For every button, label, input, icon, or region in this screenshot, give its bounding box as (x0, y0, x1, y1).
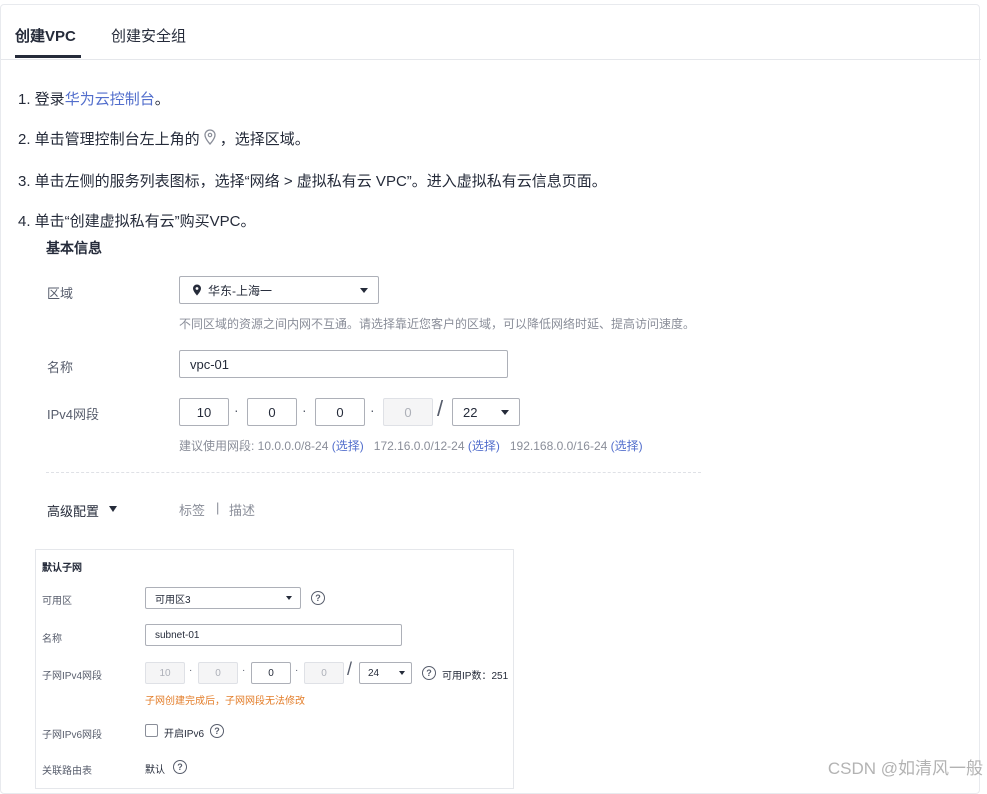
ip-dot: · (242, 665, 246, 676)
subnet-name-label: 名称 (42, 634, 62, 645)
ip-slash: / (437, 396, 444, 421)
subnet-name-input[interactable]: subnet-01 (145, 624, 402, 646)
advanced-desc: 描述 (229, 503, 256, 518)
route-table-label: 关联路由表 (42, 766, 92, 777)
subnet-octet-1: 10 (145, 662, 185, 684)
caret-down-icon[interactable] (109, 506, 117, 512)
subnet-ipv4-label: 子网IPv4网段 (42, 671, 103, 682)
chevron-down-icon (501, 410, 509, 415)
location-pin-icon (192, 284, 202, 296)
ip-dot: · (370, 402, 375, 418)
subnet-octet-2: 0 (198, 662, 238, 684)
step-4: 4. 单击“创建虚拟私有云”购买VPC。 (18, 213, 256, 230)
route-table-value: 默认 (145, 765, 165, 776)
subnet-title: 默认子网 (42, 563, 82, 574)
divider (46, 472, 701, 473)
az-label: 可用区 (42, 596, 72, 607)
available-ip-count: 可用IP数：251 (442, 671, 509, 682)
ipv4-octet-3[interactable]: 0 (315, 398, 365, 426)
chevron-down-icon (399, 671, 405, 675)
subnet-octet-3[interactable]: 0 (251, 662, 291, 684)
step-2: 2. 单击管理控制台左上角的 ，选择区域。 (18, 128, 310, 149)
ip-dot: · (295, 665, 299, 676)
advanced-separator: | (216, 500, 220, 515)
location-pin-icon (202, 128, 218, 146)
advanced-config-toggle[interactable]: 高级配置 (47, 501, 99, 520)
tab-create-security-group[interactable]: 创建安全组 (111, 25, 186, 46)
ipv4-octet-1[interactable]: 10 (179, 398, 229, 426)
ip-dot: · (234, 402, 239, 418)
vpc-name-input[interactable]: vpc-01 (179, 350, 508, 378)
help-icon[interactable]: ? (173, 760, 187, 774)
ipv4-suggestion: 建议使用网段: 10.0.0.0/8-24 (选择) 172.16.0.0/12… (179, 439, 643, 453)
ipv4-mask-select[interactable]: 22 (452, 398, 520, 426)
ipv4-label: IPv4网段 (47, 407, 100, 422)
ip-slash: / (347, 659, 353, 679)
advanced-tag: 标签 (179, 503, 206, 518)
help-icon[interactable]: ? (311, 591, 325, 605)
watermark: CSDN @如清风一般 (827, 759, 983, 778)
az-select[interactable]: 可用区3 (145, 587, 301, 609)
select-link-172[interactable]: (选择) (468, 439, 500, 453)
region-value: 华东-上海一 (208, 283, 272, 298)
ip-dot: · (189, 665, 193, 676)
subnet-warning: 子网创建完成后，子网网段无法修改 (145, 696, 305, 707)
ip-dot: · (302, 402, 307, 418)
region-label: 区域 (47, 286, 74, 301)
tab-bar: 创建VPC 创建安全组 (1, 5, 981, 60)
subnet-mask-select[interactable]: 24 (359, 662, 412, 684)
basic-info-title: 基本信息 (46, 240, 102, 256)
console-link[interactable]: 华为云控制台 (65, 91, 155, 108)
step-3: 3. 单击左侧的服务列表图标，选择“网络 > 虚拟私有云 VPC”。进入虚拟私有… (18, 173, 607, 190)
step-1: 1. 登录华为云控制台。 (18, 91, 170, 108)
chevron-down-icon (286, 596, 292, 600)
ipv6-checkbox-label[interactable]: 开启IPv6 (164, 725, 204, 740)
select-link-192[interactable]: (选择) (611, 439, 643, 453)
help-icon[interactable]: ? (210, 724, 224, 738)
tab-create-vpc[interactable]: 创建VPC (15, 25, 76, 46)
ipv6-checkbox[interactable] (145, 724, 158, 737)
ipv4-octet-2[interactable]: 0 (247, 398, 297, 426)
active-tab-indicator (15, 55, 81, 58)
subnet-ipv6-label: 子网IPv6网段 (42, 730, 103, 741)
chevron-down-icon (360, 288, 368, 293)
region-select[interactable]: 华东-上海一 (179, 276, 379, 304)
region-hint: 不同区域的资源之间内网不互通。请选择靠近您客户的区域，可以降低网络时延、提高访问… (179, 317, 696, 331)
subnet-octet-4: 0 (304, 662, 344, 684)
vpc-name-label: 名称 (47, 360, 74, 375)
select-link-10[interactable]: (选择) (332, 439, 364, 453)
ipv4-octet-4: 0 (383, 398, 433, 426)
help-icon[interactable]: ? (422, 666, 436, 680)
